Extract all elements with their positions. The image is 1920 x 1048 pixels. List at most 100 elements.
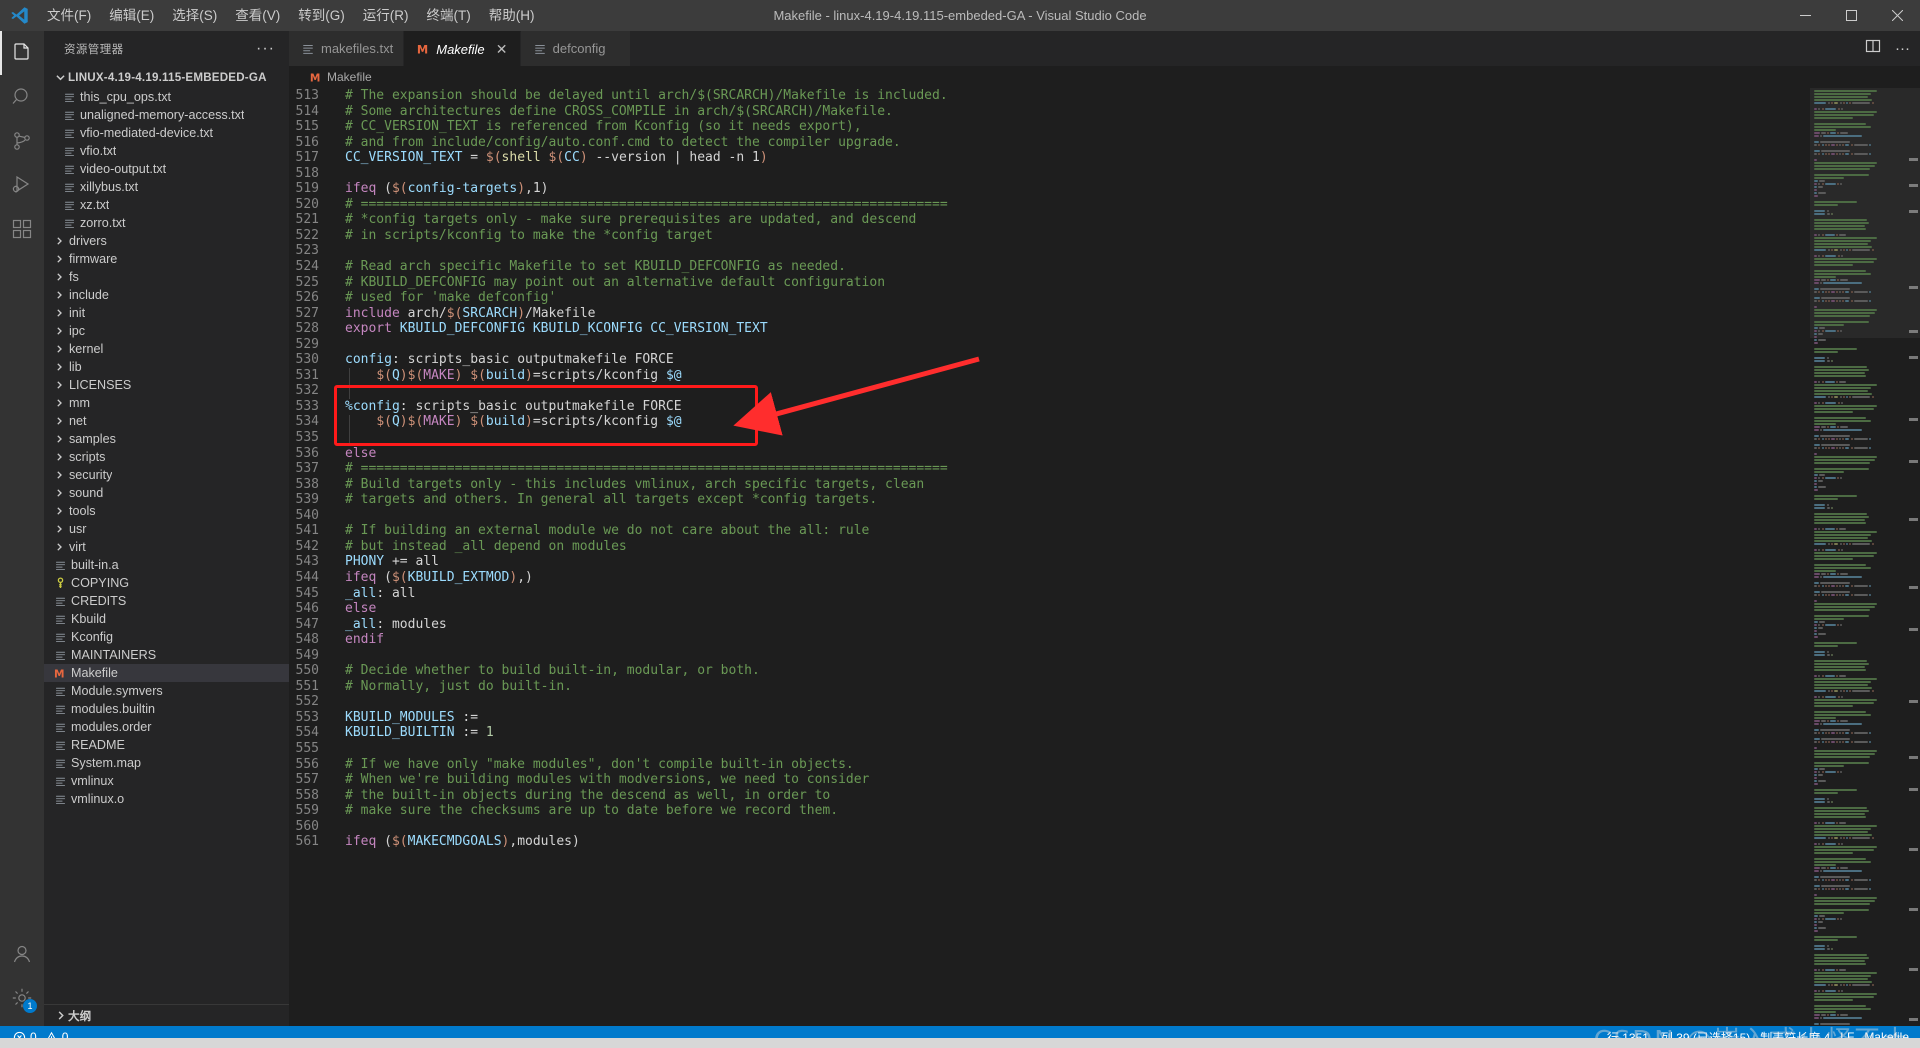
tree-root-folder[interactable]: LINUX-4.19-4.19.115-EMBEDED-GA	[44, 66, 289, 88]
code-line[interactable]: 521 # *config targets only - make sure pr…	[289, 212, 1810, 228]
line-text[interactable]: %config: scripts_basic outputmakefile FO…	[345, 399, 1810, 415]
line-text[interactable]: $(Q)$(MAKE) $(build)=scripts/kconfig $@	[345, 414, 1810, 430]
line-text[interactable]: # ======================================…	[345, 461, 1810, 477]
minimap[interactable]	[1810, 88, 1920, 1026]
code-line[interactable]: 533 %config: scripts_basic outputmakefile…	[289, 399, 1810, 415]
code-line[interactable]: 541 # If building an external module we d…	[289, 523, 1810, 539]
tree-file-item[interactable]: built-in.a	[44, 556, 289, 574]
tree-file-item[interactable]: xz.txt	[44, 196, 289, 214]
tree-folder-item[interactable]: LICENSES	[44, 376, 289, 394]
code-line[interactable]: 535	[289, 430, 1810, 446]
code-content[interactable]: 513 # The expansion should be delayed unt…	[289, 88, 1810, 850]
code-line[interactable]: 514 # Some architectures define CROSS_COM…	[289, 104, 1810, 120]
code-line[interactable]: 544 ifeq ($(KBUILD_EXTMOD),)	[289, 570, 1810, 586]
tree-folder-item[interactable]: usr	[44, 520, 289, 538]
tree-file-item[interactable]: System.map	[44, 754, 289, 772]
window-controls[interactable]	[1782, 0, 1920, 31]
split-editor-icon[interactable]	[1865, 38, 1881, 59]
code-line[interactable]: 551 # Normally, just do built-in.	[289, 679, 1810, 695]
tree-file-item[interactable]: Kbuild	[44, 610, 289, 628]
tree-file-item[interactable]: M Makefile	[44, 664, 289, 682]
code-line[interactable]: 532	[289, 383, 1810, 399]
tree-file-item[interactable]: Kconfig	[44, 628, 289, 646]
tree-file-item[interactable]: modules.order	[44, 718, 289, 736]
line-text[interactable]: CC_VERSION_TEXT = $(shell $(CC) --versio…	[345, 150, 1810, 166]
line-text[interactable]: # When we're building modules with modve…	[345, 772, 1810, 788]
line-text[interactable]: # If we have only "make modules", don't …	[345, 757, 1810, 773]
menu-go[interactable]: 转到(G)	[289, 0, 354, 31]
line-text[interactable]: # in scripts/kconfig to make the *config…	[345, 228, 1810, 244]
code-line[interactable]: 555	[289, 741, 1810, 757]
code-line[interactable]: 559 # make sure the checksums are up to d…	[289, 803, 1810, 819]
tree-file-item[interactable]: video-output.txt	[44, 160, 289, 178]
line-text[interactable]: # and from include/config/auto.conf.cmd …	[345, 135, 1810, 151]
code-line[interactable]: 534 $(Q)$(MAKE) $(build)=scripts/kconfig…	[289, 414, 1810, 430]
code-line[interactable]: 549	[289, 648, 1810, 664]
tree-file-item[interactable]: COPYING	[44, 574, 289, 592]
menu-run[interactable]: 运行(R)	[354, 0, 418, 31]
line-text[interactable]: KBUILD_MODULES :=	[345, 710, 1810, 726]
line-text[interactable]: export KBUILD_DEFCONFIG KBUILD_KCONFIG C…	[345, 321, 1810, 337]
tree-folder-item[interactable]: fs	[44, 268, 289, 286]
menu-terminal[interactable]: 终端(T)	[418, 0, 480, 31]
tab-close-icon[interactable]: ✕	[494, 41, 510, 58]
code-line[interactable]: 520 # ===================================…	[289, 197, 1810, 213]
tree-folder-item[interactable]: scripts	[44, 448, 289, 466]
tab-makefile[interactable]: M Makefile ✕	[404, 31, 521, 66]
code-line[interactable]: 550 # Decide whether to build built-in, m…	[289, 663, 1810, 679]
tree-file-item[interactable]: Module.symvers	[44, 682, 289, 700]
tree-folder-item[interactable]: sound	[44, 484, 289, 502]
line-text[interactable]: # If building an external module we do n…	[345, 523, 1810, 539]
code-line[interactable]: 529	[289, 337, 1810, 353]
tree-file-item[interactable]: vfio-mediated-device.txt	[44, 124, 289, 142]
line-text[interactable]: else	[345, 601, 1810, 617]
activity-source-control[interactable]	[0, 119, 44, 163]
code-line[interactable]: 530 config: scripts_basic outputmakefile …	[289, 352, 1810, 368]
tree-file-item[interactable]: README	[44, 736, 289, 754]
code-line[interactable]: 552	[289, 694, 1810, 710]
line-text[interactable]: # targets and others. In general all tar…	[345, 492, 1810, 508]
activity-run-debug[interactable]	[0, 163, 44, 207]
tab-defconfig[interactable]: defconfig	[520, 31, 631, 66]
menu-view[interactable]: 查看(V)	[226, 0, 289, 31]
code-line[interactable]: 515 # CC_VERSION_TEXT is referenced from …	[289, 119, 1810, 135]
code-line[interactable]: 547 _all: modules	[289, 617, 1810, 633]
menu-file[interactable]: 文件(F)	[38, 0, 100, 31]
line-text[interactable]: # make sure the checksums are up to date…	[345, 803, 1810, 819]
line-text[interactable]: endif	[345, 632, 1810, 648]
tree-file-item[interactable]: vfio.txt	[44, 142, 289, 160]
menu-bar[interactable]: 文件(F) 编辑(E) 选择(S) 查看(V) 转到(G) 运行(R) 终端(T…	[38, 0, 544, 31]
code-line[interactable]: 558 # the built-in objects during the des…	[289, 788, 1810, 804]
code-line[interactable]: 545 _all: all	[289, 586, 1810, 602]
close-button[interactable]	[1874, 0, 1920, 31]
line-text[interactable]: # but instead _all depend on modules	[345, 539, 1810, 555]
menu-help[interactable]: 帮助(H)	[480, 0, 544, 31]
activity-accounts[interactable]	[0, 932, 44, 976]
tree-file-item[interactable]: xillybus.txt	[44, 178, 289, 196]
line-text[interactable]: ifeq ($(MAKECMDGOALS),modules)	[345, 834, 1810, 850]
line-text[interactable]: # CC_VERSION_TEXT is referenced from Kco…	[345, 119, 1810, 135]
code-line[interactable]: 527 include arch/$(SRCARCH)/Makefile	[289, 306, 1810, 322]
activity-extensions[interactable]	[0, 207, 44, 251]
code-line[interactable]: 554 KBUILD_BUILTIN := 1	[289, 725, 1810, 741]
line-text[interactable]: PHONY += all	[345, 554, 1810, 570]
tree-folder-item[interactable]: init	[44, 304, 289, 322]
line-text[interactable]: _all: all	[345, 586, 1810, 602]
tree-folder-item[interactable]: tools	[44, 502, 289, 520]
code-editor[interactable]: 513 # The expansion should be delayed unt…	[289, 88, 1920, 1026]
activity-search[interactable]	[0, 75, 44, 119]
tree-folder-item[interactable]: samples	[44, 430, 289, 448]
more-actions-icon[interactable]: ···	[1895, 41, 1910, 56]
sidebar-more-actions-icon[interactable]: ···	[250, 40, 281, 56]
line-text[interactable]: include arch/$(SRCARCH)/Makefile	[345, 306, 1810, 322]
code-line[interactable]: 531 $(Q)$(MAKE) $(build)=scripts/kconfig…	[289, 368, 1810, 384]
code-line[interactable]: 543 PHONY += all	[289, 554, 1810, 570]
code-line[interactable]: 526 # used for 'make defconfig'	[289, 290, 1810, 306]
code-line[interactable]: 556 # If we have only "make modules", don…	[289, 757, 1810, 773]
code-line[interactable]: 560	[289, 819, 1810, 835]
code-line[interactable]: 524 # Read arch specific Makefile to set …	[289, 259, 1810, 275]
file-tree-list[interactable]: this_cpu_ops.txt unaligned-memory-access.…	[44, 88, 289, 1004]
code-line[interactable]: 523	[289, 243, 1810, 259]
line-text[interactable]: # *config targets only - make sure prere…	[345, 212, 1810, 228]
line-text[interactable]: # the built-in objects during the descen…	[345, 788, 1810, 804]
